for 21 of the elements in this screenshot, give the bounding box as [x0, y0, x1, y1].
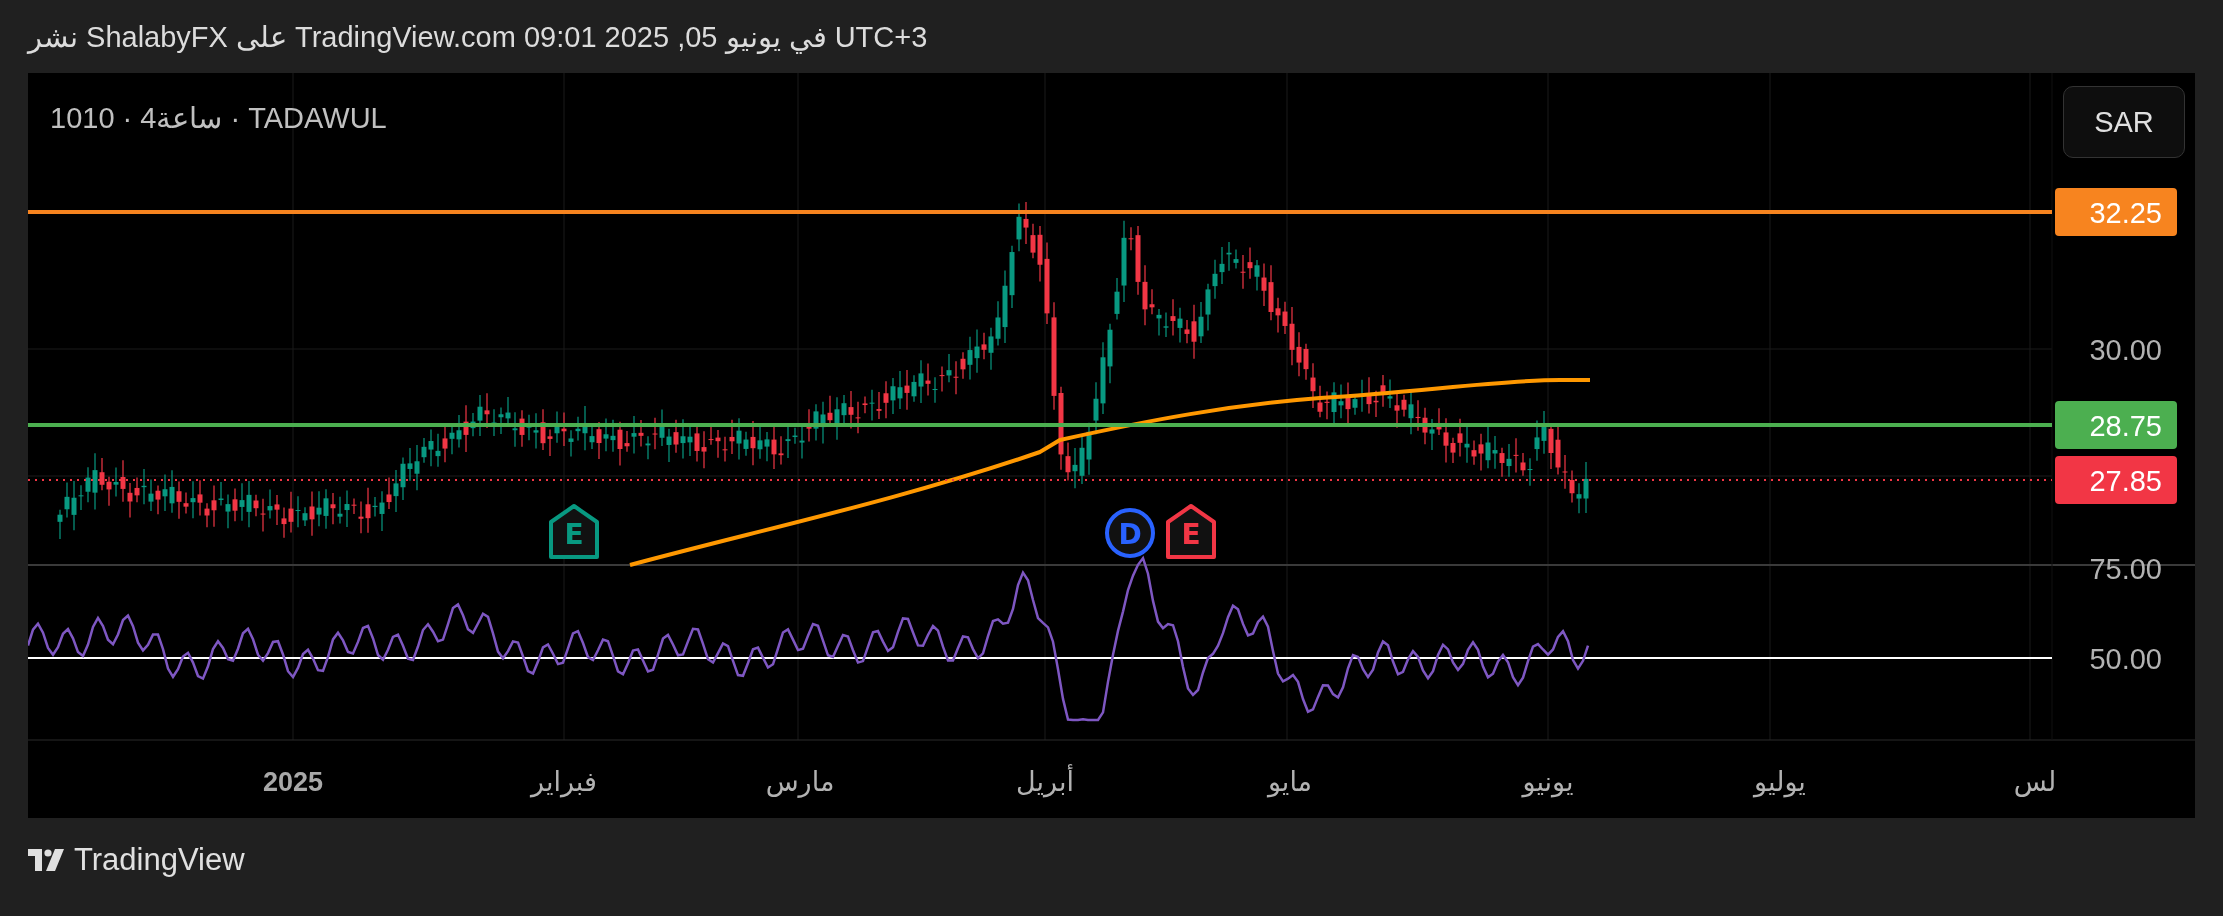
brand-name: TradingView [74, 842, 245, 878]
symbol-label: 1010 · 4ساعة · TADAWUL [50, 101, 387, 135]
currency-button[interactable]: SAR [2063, 86, 2185, 158]
price-tag: 28.75 [2055, 401, 2177, 449]
earnings-marker[interactable]: E [549, 504, 599, 559]
time-axis-label: أبريل [1016, 766, 1074, 797]
time-axis-label: يونيو [1522, 766, 1574, 797]
price-axis-label: 30.00 [2089, 334, 2162, 366]
time-axis-label: 2025 [262, 767, 324, 797]
time-axis-label: لس [2013, 766, 2057, 797]
price-tag: 27.85 [2055, 456, 2177, 504]
rsi-axis-label: 50.00 [2089, 643, 2162, 675]
time-axis-label: مايو [1267, 766, 1313, 797]
price-tag: 32.25 [2055, 188, 2177, 236]
dividend-marker[interactable]: D [1105, 508, 1155, 558]
time-axis-label: مارس [765, 766, 835, 797]
earnings-marker[interactable]: E [1166, 504, 1216, 559]
rsi-axis-label: 75.00 [2089, 553, 2162, 585]
time-axis-label: فبراير [531, 766, 597, 797]
logo-icon [28, 849, 64, 871]
time-axis-label: يوليو [1754, 766, 1806, 797]
